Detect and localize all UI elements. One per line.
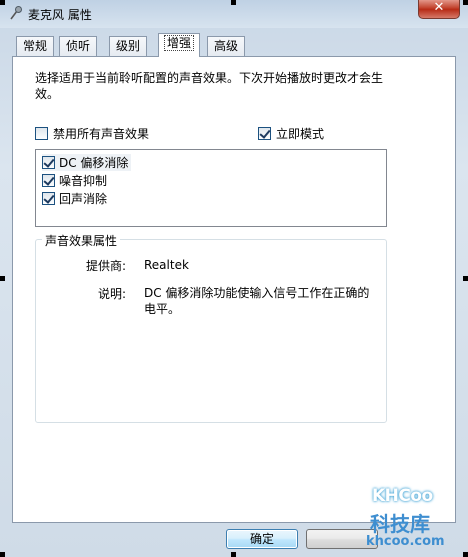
tab-general[interactable]: 常规 xyxy=(16,36,55,56)
description-label: 说明: xyxy=(97,287,126,301)
immediate-mode-checkbox[interactable]: 立即模式 xyxy=(258,125,324,142)
close-icon: ✕ xyxy=(433,0,445,15)
resize-handle xyxy=(0,552,5,557)
resize-handle xyxy=(231,0,236,5)
effect-label: 回声消除 xyxy=(59,192,108,206)
effect-label: 噪音抑制 xyxy=(59,174,108,188)
enhancement-description: 选择适用于当前聆听配置的声音效果。下次开始播放时更改才会生效。 xyxy=(35,71,384,101)
window-title: 麦克风 属性 xyxy=(28,8,92,22)
properties-window: 麦克风 属性 ✕ 常规 侦听 级别 增强 高级 选择适用于当前聆听配置的声音效果… xyxy=(0,0,468,557)
tab-label: 增强 xyxy=(163,35,195,51)
effect-item-noise-suppression[interactable]: 噪音抑制 xyxy=(42,172,107,189)
description-value: DC 偏移消除功能使输入信号工作在正确的电平。 xyxy=(144,286,370,316)
checkbox-box[interactable] xyxy=(42,192,55,205)
watermark-cn: 科技库 xyxy=(370,512,430,536)
effects-list[interactable]: DC 偏移消除 噪音抑制 回声消除 xyxy=(35,149,387,227)
watermark-brand: KHCoo xyxy=(372,486,433,506)
resize-handle xyxy=(463,552,468,557)
provider-value: Realtek xyxy=(144,258,189,272)
tab-label: 侦听 xyxy=(66,39,91,53)
resize-handle xyxy=(463,276,468,281)
checkbox-label: 立即模式 xyxy=(276,127,325,141)
effect-label: DC 偏移消除 xyxy=(59,156,129,170)
disable-all-effects-checkbox[interactable]: 禁用所有声音效果 xyxy=(35,125,149,142)
tab-levels[interactable]: 级别 xyxy=(109,36,148,56)
checkbox-box[interactable] xyxy=(258,127,271,140)
tab-enhancements[interactable]: 增强 xyxy=(158,33,201,57)
effect-properties-group: 声音效果属性 提供商: Realtek 说明: DC 偏移消除功能使输入信号工作… xyxy=(35,232,387,423)
tab-panel-enhancements: 选择适用于当前聆听配置的声音效果。下次开始播放时更改才会生效。 禁用所有声音效果… xyxy=(12,56,456,523)
resize-handle xyxy=(231,552,236,557)
resize-handle xyxy=(0,0,5,5)
tab-label: 高级 xyxy=(214,39,239,53)
close-button[interactable]: ✕ xyxy=(418,0,460,19)
watermark-url: khcoo.com xyxy=(366,534,445,549)
resize-handle xyxy=(0,276,5,281)
ok-button-label: 确定 xyxy=(249,532,274,546)
tab-label: 级别 xyxy=(116,39,141,53)
effect-item-echo-cancellation[interactable]: 回声消除 xyxy=(42,190,107,207)
ok-button[interactable]: 确定 xyxy=(226,529,298,549)
tab-label: 常规 xyxy=(23,39,48,53)
group-title: 声音效果属性 xyxy=(42,232,121,249)
checkbox-box[interactable] xyxy=(42,156,55,169)
checkbox-label: 禁用所有声音效果 xyxy=(53,127,150,141)
checkbox-box[interactable] xyxy=(35,127,48,140)
checkbox-box[interactable] xyxy=(42,174,55,187)
microphone-icon xyxy=(8,5,24,21)
resize-handle xyxy=(463,0,468,5)
tab-advanced[interactable]: 高级 xyxy=(207,36,246,56)
provider-label: 提供商: xyxy=(85,259,126,273)
watermark-logo: KHCoo 科技库 khcoo.com xyxy=(366,486,464,554)
tab-listen[interactable]: 侦听 xyxy=(59,36,98,56)
effect-item-dc-offset[interactable]: DC 偏移消除 xyxy=(42,154,132,171)
